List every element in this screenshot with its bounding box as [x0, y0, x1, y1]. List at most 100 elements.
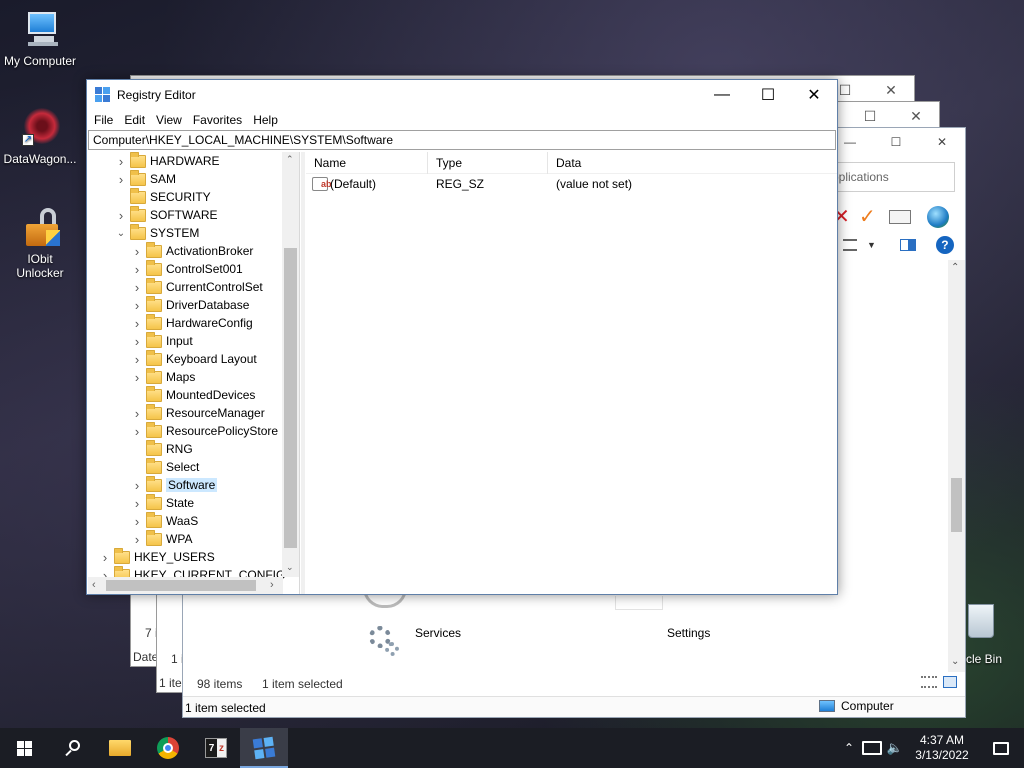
- menu-view[interactable]: View: [152, 113, 189, 127]
- chevron-right-icon[interactable]: ›: [130, 478, 144, 493]
- key-tree[interactable]: › HKEY_CURRENT_CONFIG › HKEY_USERS › WPA › WaaS…: [88, 152, 300, 594]
- title-bar[interactable]: Registry Editor — ☐ ✕: [87, 80, 837, 110]
- chevron-right-icon[interactable]: ›: [130, 316, 144, 331]
- column-data[interactable]: Data: [548, 152, 698, 174]
- chevron-right-icon[interactable]: ›: [130, 280, 144, 295]
- desktop-icon-recycle-bin[interactable]: ycle Bin: [960, 602, 1024, 672]
- tree-node[interactable]: › DriverDatabase: [130, 295, 249, 314]
- taskbar-registry-editor[interactable]: [240, 728, 288, 768]
- tree-node[interactable]: ⌄ SYSTEM: [114, 223, 199, 242]
- tree-node[interactable]: MountedDevices: [130, 385, 255, 404]
- column-type[interactable]: Type: [428, 151, 548, 174]
- explorer-vertical-scrollbar[interactable]: ⌃ ⌄: [948, 260, 965, 672]
- tree-node[interactable]: Select: [130, 457, 199, 476]
- details-view-icon[interactable]: [921, 676, 937, 688]
- tree-scroll-thumb[interactable]: [284, 248, 297, 548]
- search-box[interactable]: pplications: [823, 162, 955, 192]
- desktop-icon-my-computer[interactable]: My Computer: [0, 10, 80, 68]
- tree-node[interactable]: › WPA: [130, 529, 192, 548]
- chevron-right-icon[interactable]: ›: [130, 424, 144, 439]
- preview-pane-icon[interactable]: [899, 239, 916, 251]
- taskbar-file-explorer[interactable]: [96, 728, 144, 768]
- scroll-right-arrow[interactable]: ›: [270, 579, 274, 591]
- search-button[interactable]: [48, 728, 96, 768]
- scroll-down-arrow[interactable]: ⌄: [951, 656, 959, 667]
- chevron-right-icon[interactable]: ›: [130, 514, 144, 529]
- view-options-icon[interactable]: [843, 239, 857, 251]
- registry-editor-window[interactable]: Registry Editor — ☐ ✕ File Edit View Fav…: [86, 79, 838, 595]
- chevron-right-icon[interactable]: ›: [98, 550, 112, 565]
- menu-help[interactable]: Help: [249, 113, 285, 127]
- volume-icon[interactable]: 🔈: [884, 740, 906, 756]
- chevron-right-icon[interactable]: ›: [130, 352, 144, 367]
- scroll-up-arrow[interactable]: ⌃: [951, 262, 959, 273]
- tree-node[interactable]: › Input: [130, 331, 193, 350]
- large-icons-view-icon[interactable]: [943, 676, 957, 688]
- chevron-right-icon[interactable]: ›: [130, 334, 144, 349]
- chevron-down-icon[interactable]: ▼: [867, 240, 876, 250]
- properties-icon[interactable]: [889, 209, 911, 224]
- tree-hscroll-thumb[interactable]: [106, 580, 256, 591]
- column-name[interactable]: Name: [306, 151, 428, 174]
- tree-horizontal-scrollbar[interactable]: ‹ ›: [88, 577, 283, 594]
- taskbar-7zip[interactable]: 7 z: [192, 728, 240, 768]
- tree-node[interactable]: › WaaS: [130, 511, 198, 530]
- chevron-down-icon[interactable]: ⌄: [114, 228, 128, 239]
- checkmark-icon[interactable]: ✓: [859, 204, 889, 229]
- tree-node[interactable]: › ControlSet001: [130, 259, 243, 278]
- tree-node[interactable]: › Software: [130, 475, 218, 494]
- values-list[interactable]: Name Type Data ab (Default) REG_SZ (valu…: [306, 151, 837, 594]
- notifications-icon[interactable]: [978, 728, 1024, 768]
- chevron-right-icon[interactable]: ›: [114, 208, 128, 223]
- maximize-button[interactable]: ☐: [745, 80, 791, 110]
- desktop-icon-datawagon[interactable]: ↗ DataWagon...: [0, 108, 80, 166]
- desktop-icon-iobit-unlocker[interactable]: IObit Unlocker: [0, 208, 80, 280]
- tree-node[interactable]: › Keyboard Layout: [130, 349, 257, 368]
- clock[interactable]: 4:37 AM 3/13/2022: [906, 733, 978, 763]
- services-item[interactable]: Services: [369, 626, 461, 656]
- maximize-icon[interactable]: ☐: [847, 102, 893, 130]
- taskbar-chrome[interactable]: [144, 728, 192, 768]
- menu-favorites[interactable]: Favorites: [189, 113, 249, 127]
- tree-node[interactable]: › HKEY_USERS: [98, 547, 215, 566]
- chevron-right-icon[interactable]: ›: [130, 532, 144, 547]
- start-button[interactable]: [0, 728, 48, 768]
- close-button[interactable]: ✕: [791, 80, 837, 110]
- tree-node[interactable]: › ResourcePolicyStore: [130, 421, 278, 440]
- tree-vertical-scrollbar[interactable]: ⌃ ⌄: [282, 152, 299, 577]
- tree-node[interactable]: › HARDWARE: [114, 152, 220, 170]
- tree-node[interactable]: › ResourceManager: [130, 403, 265, 422]
- menu-edit[interactable]: Edit: [120, 113, 152, 127]
- maximize-icon[interactable]: ☐: [873, 128, 919, 156]
- tree-node[interactable]: › SAM: [114, 169, 176, 188]
- close-icon[interactable]: ✕: [919, 128, 965, 156]
- chevron-right-icon[interactable]: ›: [130, 406, 144, 421]
- scroll-down-arrow[interactable]: ⌄: [286, 562, 294, 573]
- chevron-right-icon[interactable]: ›: [130, 262, 144, 277]
- chevron-right-icon[interactable]: ›: [130, 496, 144, 511]
- close-icon[interactable]: ✕: [868, 76, 914, 104]
- value-row[interactable]: ab (Default) REG_SZ (value not set): [306, 174, 837, 194]
- minimize-button[interactable]: —: [699, 80, 745, 110]
- tree-node[interactable]: RNG: [130, 439, 193, 458]
- scroll-left-arrow[interactable]: ‹: [92, 579, 96, 591]
- tree-node[interactable]: › ActivationBroker: [130, 241, 253, 260]
- tree-node[interactable]: › State: [130, 493, 194, 512]
- help-icon[interactable]: ?: [935, 236, 954, 254]
- settings-item-label[interactable]: Settings: [667, 626, 710, 640]
- globe-icon[interactable]: [927, 205, 949, 228]
- address-bar[interactable]: Computer\HKEY_LOCAL_MACHINE\SYSTEM\Softw…: [88, 130, 836, 150]
- scroll-up-arrow[interactable]: ⌃: [286, 154, 294, 165]
- chevron-right-icon[interactable]: ›: [130, 298, 144, 313]
- tree-node[interactable]: › HardwareConfig: [130, 313, 253, 332]
- menu-file[interactable]: File: [90, 113, 120, 127]
- network-icon[interactable]: [862, 741, 882, 755]
- tree-node[interactable]: › SOFTWARE: [114, 205, 218, 224]
- tree-node[interactable]: SECURITY: [114, 187, 211, 206]
- chevron-right-icon[interactable]: ›: [114, 172, 128, 187]
- scroll-thumb[interactable]: [951, 478, 962, 532]
- tree-node[interactable]: › Maps: [130, 367, 195, 386]
- chevron-right-icon[interactable]: ›: [114, 154, 128, 169]
- chevron-right-icon[interactable]: ›: [130, 370, 144, 385]
- tree-node[interactable]: › CurrentControlSet: [130, 277, 263, 296]
